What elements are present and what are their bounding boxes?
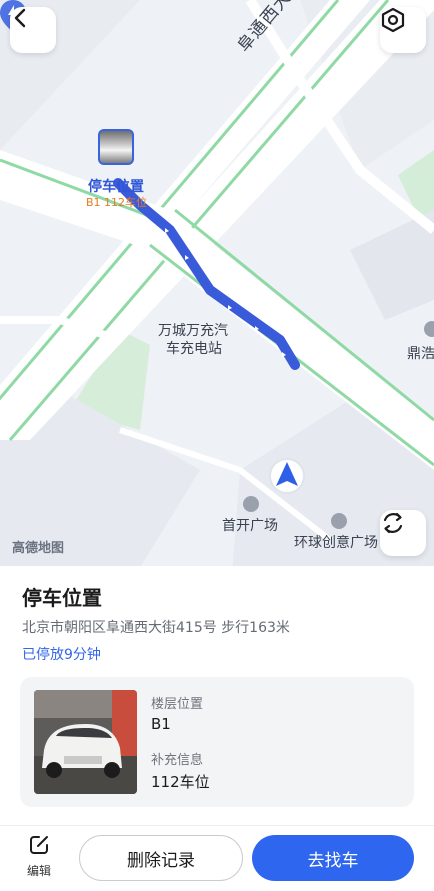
- parking-marker-subtitle: B1 112车位: [86, 196, 148, 209]
- find-car-button[interactable]: 去找车: [252, 835, 414, 881]
- car-photo-image: [34, 690, 137, 794]
- sheet-title: 停车位置: [22, 586, 102, 610]
- poi-charging-line1: 万城万充汽: [158, 323, 228, 339]
- map-canvas: [0, 0, 434, 600]
- back-button[interactable]: [10, 7, 56, 53]
- refresh-icon: [383, 512, 403, 534]
- poi-charging-line2: 车充电站: [166, 341, 222, 357]
- parking-marker-title: 停车位置: [88, 179, 144, 195]
- settings-button[interactable]: [380, 7, 426, 53]
- map-logo: 高德地图: [12, 541, 65, 556]
- edit-button[interactable]: 编辑: [22, 834, 56, 879]
- poi-plaza-2[interactable]: 环球创意广场: [294, 532, 378, 552]
- refresh-button[interactable]: [380, 510, 426, 556]
- parking-marker[interactable]: [98, 129, 134, 165]
- edit-icon: [30, 836, 48, 854]
- address-text: 北京市朝阳区阜通西大街415号 步行163米: [22, 620, 290, 636]
- hexagon-settings-icon: [381, 7, 405, 33]
- floor-label: 楼层位置: [151, 697, 204, 712]
- parked-duration: 已停放9分钟: [22, 647, 101, 663]
- extra-info-label: 补充信息: [151, 753, 204, 768]
- extra-info-value: 112车位: [151, 773, 210, 791]
- floor-value: B1: [151, 715, 171, 733]
- delete-record-button[interactable]: 删除记录: [79, 835, 243, 881]
- poi-plaza-1[interactable]: 首开广场: [222, 515, 278, 535]
- edit-label: 编辑: [26, 864, 51, 878]
- map-view[interactable]: 阜通西大街 停车位置 B1 112车位 万城万充汽 车充电站 首开广场 环球创意…: [0, 0, 434, 600]
- poi-edge[interactable]: 鼎浩: [407, 343, 434, 363]
- car-photo[interactable]: [34, 690, 137, 794]
- poi-charging-station[interactable]: 万城万充汽 车充电站: [158, 322, 228, 358]
- parking-marker-photo: [100, 131, 132, 163]
- chevron-left-icon: [14, 8, 26, 28]
